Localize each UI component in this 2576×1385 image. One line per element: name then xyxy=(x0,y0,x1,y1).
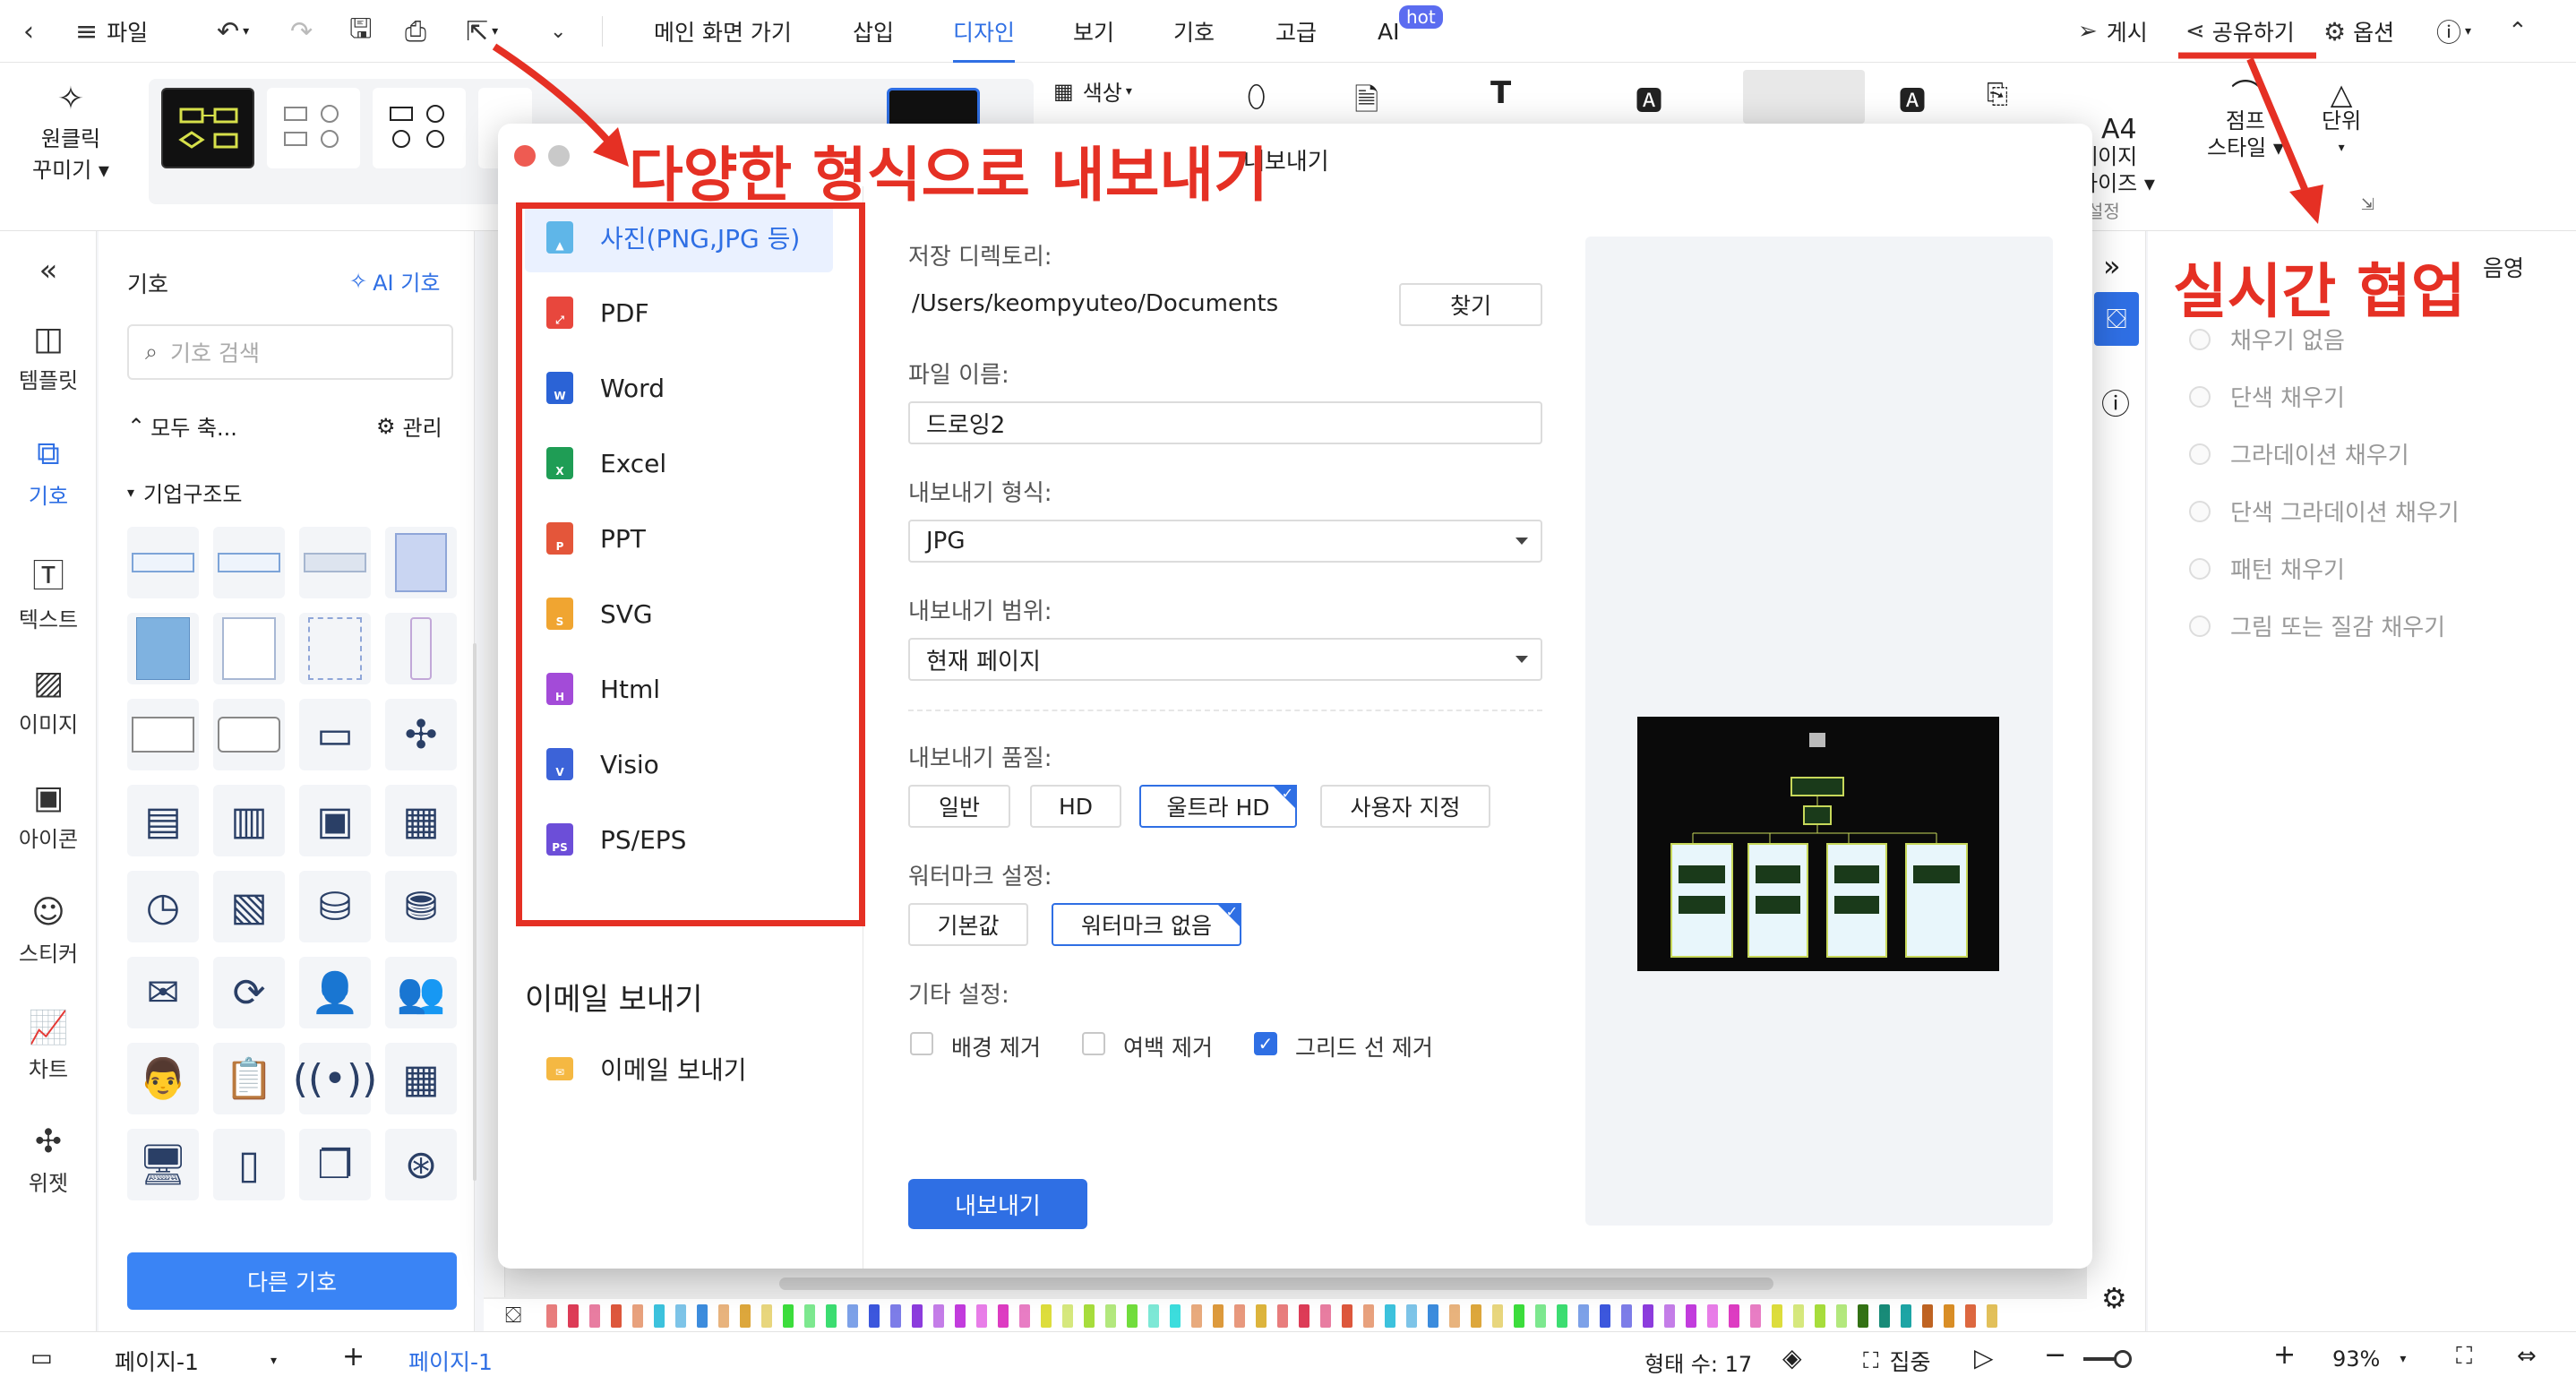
annotation-realtime-collab: 실시간 협업 xyxy=(2173,257,2466,326)
check-icon: ✓ xyxy=(1281,785,1293,802)
check-icon: ✓ xyxy=(1225,903,1238,920)
annotation-arrows xyxy=(492,43,2323,224)
annotation-export-formats: 다양한 형식으로 내보내기 xyxy=(629,141,1268,210)
